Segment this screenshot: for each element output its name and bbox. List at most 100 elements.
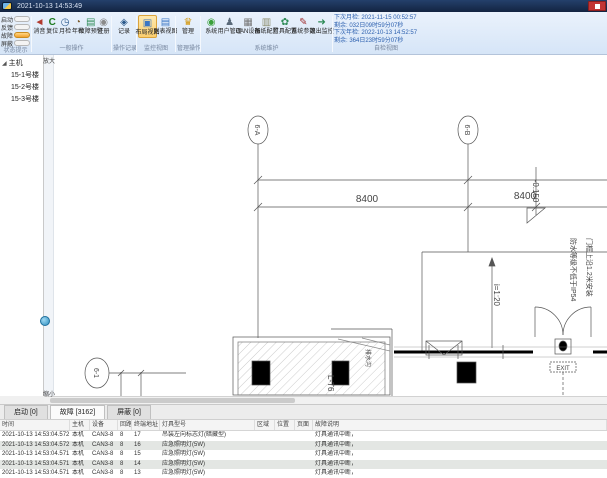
column-header-故障说明[interactable]: 故障说明 [313, 420, 607, 430]
table-row[interactable]: 2021-10-13 14:53:04.571本机CAN3-8813应急照明灯(… [0, 469, 607, 478]
can-device-icon: ▦ [242, 16, 255, 29]
故障预警-button[interactable]: ▤故障预警 [84, 15, 97, 36]
column-header-时间[interactable]: 时间 [0, 420, 70, 430]
lamp-config-icon: ✿ [278, 16, 291, 29]
close-button[interactable] [588, 1, 606, 11]
tree-node-15-2号楼[interactable]: 15-2号楼 [0, 82, 43, 94]
tab-启动 [0][interactable]: 启动 [0] [4, 405, 48, 419]
group-label-selfcheck: 自检视图 [334, 45, 438, 54]
ribbon-group-records: ◈记录操作记录 [112, 14, 136, 54]
group-label-manage: 管理操作 [177, 45, 199, 54]
selfcheck-line-2: 下次年检: 2022-10-13 14:52:57 [334, 30, 417, 38]
column-header-页面[interactable]: 页面 [295, 420, 313, 430]
cell: 应急照明灯(5W) [160, 441, 255, 451]
ribbon-group-general: ◄消音C复位◷月检◔年检▤故障预警◉注册一般操作 [32, 14, 111, 54]
记录-button[interactable]: ◈记录 [113, 15, 135, 36]
复位-button[interactable]: C复位 [46, 15, 59, 36]
cell: 8 [118, 431, 132, 441]
status-indicator-alert [14, 32, 30, 38]
cell [295, 469, 313, 478]
cell: 本机 [70, 450, 90, 460]
monthly-check-icon: ◷ [59, 16, 72, 29]
dimension-main: 8400 [356, 194, 379, 205]
tree-node-15-1号楼[interactable]: 15-1号楼 [0, 70, 43, 82]
floorplan-canvas[interactable]: 6-A 6-B 6-1 8400 8400 -0.150 i=1:20 防水等级… [54, 55, 607, 396]
column-header-灯具型号[interactable]: 灯具型号 [160, 420, 255, 430]
system-icon: ◉ [205, 16, 218, 29]
cell: 灯具通讯中断， [313, 469, 607, 478]
close-icon [595, 4, 600, 9]
group-label-records: 操作记录 [113, 45, 135, 54]
table-row[interactable]: 2021-10-13 14:53:04.572本机CAN3-8817吊装左向标志… [0, 431, 607, 441]
fault-table-header: 时间主机设备回路终端地址灯具型号区域位置页面故障说明 [0, 419, 607, 431]
tab-故障 [3162][interactable]: 故障 [3162] [50, 405, 105, 419]
zoom-out-label[interactable]: 缩小 [43, 389, 55, 398]
label-exit: EXIT [556, 366, 570, 372]
管理-button[interactable]: ♛管理 [177, 15, 199, 36]
cell [295, 460, 313, 470]
ribbon-group-views: ▣布局视图▤列表视图监控视图 [137, 14, 175, 54]
column-header-终端地址[interactable]: 终端地址 [132, 420, 160, 430]
button-label: 记录 [118, 29, 130, 36]
cell: 应急照明灯(5W) [160, 450, 255, 460]
cell: 灯具通讯中断， [313, 460, 607, 470]
cell: 应急照明灯(5W) [160, 469, 255, 478]
group-label-maintenance: 系统维护 [202, 45, 331, 54]
grid-label-c: 6-1 [92, 368, 99, 378]
cell: 吊装左向标志灯(暗藏型) [160, 431, 255, 441]
system-params-icon: ✎ [297, 16, 310, 29]
cell: 灯具通讯中断， [313, 431, 607, 441]
cell: 13 [132, 469, 160, 478]
column-header-主机[interactable]: 主机 [70, 420, 90, 430]
column-header-区域[interactable]: 区域 [255, 420, 275, 430]
tree-node-host[interactable]: ◢ 主机 [0, 58, 43, 70]
status-indicator-normal [14, 16, 30, 22]
event-tab-bar: 启动 [0]故障 [3162]屏蔽 [0] [0, 404, 607, 419]
cell: 2021-10-13 14:53:04.571 [0, 450, 70, 460]
table-row[interactable]: 2021-10-13 14:53:04.572本机CAN3-8816应急照明灯(… [0, 441, 607, 451]
消音-button[interactable]: ◄消音 [33, 15, 46, 36]
cell: 16 [132, 441, 160, 451]
退出监控-button[interactable]: ➜退出监控 [313, 15, 331, 36]
column-header-位置[interactable]: 位置 [275, 420, 295, 430]
cell: 应急照明灯(5W) [160, 460, 255, 470]
list-view-icon: ▤ [159, 16, 172, 29]
cell [255, 450, 275, 460]
注册-button[interactable]: ◉注册 [97, 15, 110, 36]
scrollbar-thumb[interactable] [50, 398, 295, 403]
cell: 14 [132, 460, 160, 470]
zoom-slider-track[interactable] [44, 55, 54, 396]
grid-label-b: 6-B [463, 125, 470, 136]
cell: 本机 [70, 469, 90, 478]
zoom-in-label[interactable]: 放大 [43, 56, 55, 65]
splitter-knob[interactable] [40, 316, 50, 326]
cell: CAN3-8 [90, 431, 118, 441]
cell: 2021-10-13 14:53:04.572 [0, 431, 70, 441]
button-label: 注册 [98, 29, 110, 36]
column-header-回路[interactable]: 回路 [118, 420, 132, 430]
ribbon-group-status: 启动反馈故障屏蔽状态提示 [0, 14, 31, 54]
cell: 2021-10-13 14:53:04.572 [0, 441, 70, 451]
button-label: 系统 [205, 29, 217, 36]
table-row[interactable]: 2021-10-13 14:53:04.571本机CAN3-8815应急照明灯(… [0, 450, 607, 460]
列表视图-button[interactable]: ▤列表视图 [157, 15, 174, 36]
app-icon [2, 2, 12, 10]
tab-屏蔽 [0][interactable]: 屏蔽 [0] [107, 405, 151, 419]
note-doorframe: 门框上沿1.2米安装 [585, 238, 594, 297]
tree-node-15-3号楼[interactable]: 15-3号楼 [0, 94, 43, 106]
fault-warning-icon: ▤ [84, 16, 97, 29]
expander-icon[interactable]: ◢ [2, 61, 7, 67]
column-header-设备[interactable]: 设备 [90, 420, 118, 430]
layout-view-icon: ▣ [141, 17, 154, 30]
cell: 本机 [70, 441, 90, 451]
register-icon: ◉ [97, 16, 110, 29]
cell: 2021-10-13 14:53:04.571 [0, 460, 70, 470]
月检-button[interactable]: ◷月检 [59, 15, 72, 36]
cell: 17 [132, 431, 160, 441]
cell: 8 [118, 469, 132, 478]
note-waterproof: 防水等级不低于IP54 [569, 238, 578, 302]
elevation-label: -0.150 [531, 180, 540, 203]
exit-monitor-icon: ➜ [315, 16, 328, 29]
horizontal-scrollbar[interactable] [44, 396, 607, 404]
table-row[interactable]: 2021-10-13 14:53:04.571本机CAN3-8814应急照明灯(… [0, 460, 607, 470]
